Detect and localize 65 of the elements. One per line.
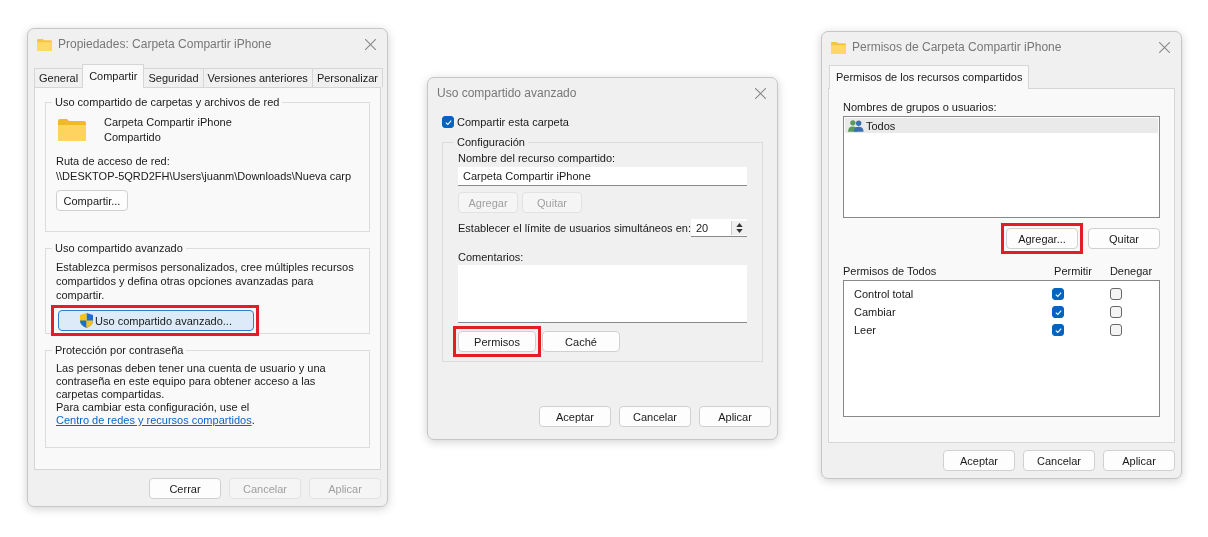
list-label: Nombres de grupos o usuarios: (843, 101, 998, 113)
close-icon[interactable] (753, 85, 768, 101)
permission-name: Control total (853, 288, 915, 300)
checkbox[interactable] (1110, 306, 1122, 318)
user-list-item[interactable]: Todos (845, 118, 1158, 133)
settings-button[interactable]: Permisos (458, 331, 536, 352)
group-label: Uso compartido de carpetas y archivos de red (54, 96, 281, 108)
dialog-button[interactable]: Cancelar (619, 406, 691, 427)
folder-name: Carpeta Compartir iPhone (104, 116, 232, 128)
users-icon (848, 119, 864, 132)
permissions-label: Permisos de Todos (843, 265, 938, 277)
folder-icon (831, 40, 846, 54)
dialog-button[interactable]: Cerrar (149, 478, 221, 499)
checkbox[interactable] (442, 116, 454, 128)
column-header: Denegar (1108, 265, 1154, 277)
share-status: Compartido (104, 131, 162, 143)
checkbox[interactable] (1052, 324, 1064, 336)
info-text: Las personas deben tener una cuenta de usuario y una contraseña en este equipo para obtener acceso a las carpetas compartidas. (56, 362, 327, 401)
user-limit-spinner[interactable]: 20 (691, 219, 747, 237)
checkbox[interactable] (1052, 288, 1064, 300)
dialog-button[interactable]: Aceptar (943, 450, 1015, 471)
dialog-button[interactable]: Aceptar (539, 406, 611, 427)
up-arrow-icon[interactable] (736, 222, 743, 227)
description-text: Establezca permisos personalizados, cree múltiples recursos compartidos y defina otras opciones avanzadas para compartir. (56, 260, 355, 302)
window-title: Permisos de Carpeta Compartir iPhone (852, 40, 1063, 54)
down-arrow-icon[interactable] (736, 228, 743, 233)
tab[interactable]: Personalizar (311, 68, 383, 87)
folder-icon (58, 118, 86, 141)
checkbox[interactable] (1110, 324, 1122, 336)
dialog-button[interactable]: Aplicar (1103, 450, 1175, 471)
path-label: Ruta de acceso de red: (56, 155, 171, 167)
permission-name: Leer (853, 324, 878, 336)
network-path: \\DESKTOP-5QRD2FH\Users\juanm\Downloads\Nueva carp (56, 170, 353, 182)
hint-text: Para cambiar esta configuración, use el Centro de redes y recursos compartidos. (56, 401, 256, 427)
close-icon[interactable] (1157, 39, 1172, 55)
tab[interactable]: Seguridad (143, 68, 204, 87)
group-label: Configuración (456, 136, 526, 148)
field-label: Nombre del recurso compartido: (458, 152, 617, 164)
permission-name: Cambiar (853, 306, 897, 318)
close-icon[interactable] (363, 36, 378, 52)
checkbox[interactable] (1110, 288, 1122, 300)
advanced-sharing-button[interactable]: Uso compartido avanzado... (58, 310, 254, 331)
comments-field[interactable] (458, 265, 747, 323)
checkbox[interactable] (1052, 306, 1064, 318)
tab[interactable]: General (34, 68, 84, 87)
share-name-field[interactable]: Carpeta Compartir iPhone (458, 167, 747, 186)
user-button[interactable]: Agregar... (1006, 228, 1078, 249)
dialog-button[interactable]: Cancelar (1023, 450, 1095, 471)
field-label: Establecer el límite de usuarios simultáneos en: (458, 222, 691, 234)
column-header: Permitir (1053, 265, 1093, 277)
group-label: Uso compartido avanzado (54, 242, 184, 254)
folder-icon (37, 37, 52, 51)
checkbox-label: Compartir esta carpeta (457, 116, 569, 128)
tab[interactable]: Permisos de los recursos compartidos (829, 65, 1030, 89)
window-title: Uso compartido avanzado (437, 86, 578, 100)
shield-icon (80, 313, 93, 328)
window-title: Propiedades: Carpeta Compartir iPhone (58, 37, 273, 51)
settings-button[interactable]: Caché (542, 331, 620, 352)
share-button[interactable]: Compartir... (56, 190, 128, 211)
tab[interactable]: Compartir (82, 64, 145, 88)
group-label: Protección por contraseña (54, 344, 185, 356)
field-label: Comentarios: (458, 251, 525, 263)
dialog-button[interactable]: Aplicar (699, 406, 771, 427)
user-button[interactable]: Quitar (1088, 228, 1160, 249)
network-center-link[interactable]: Centro de redes y recursos compartidos (56, 414, 252, 426)
